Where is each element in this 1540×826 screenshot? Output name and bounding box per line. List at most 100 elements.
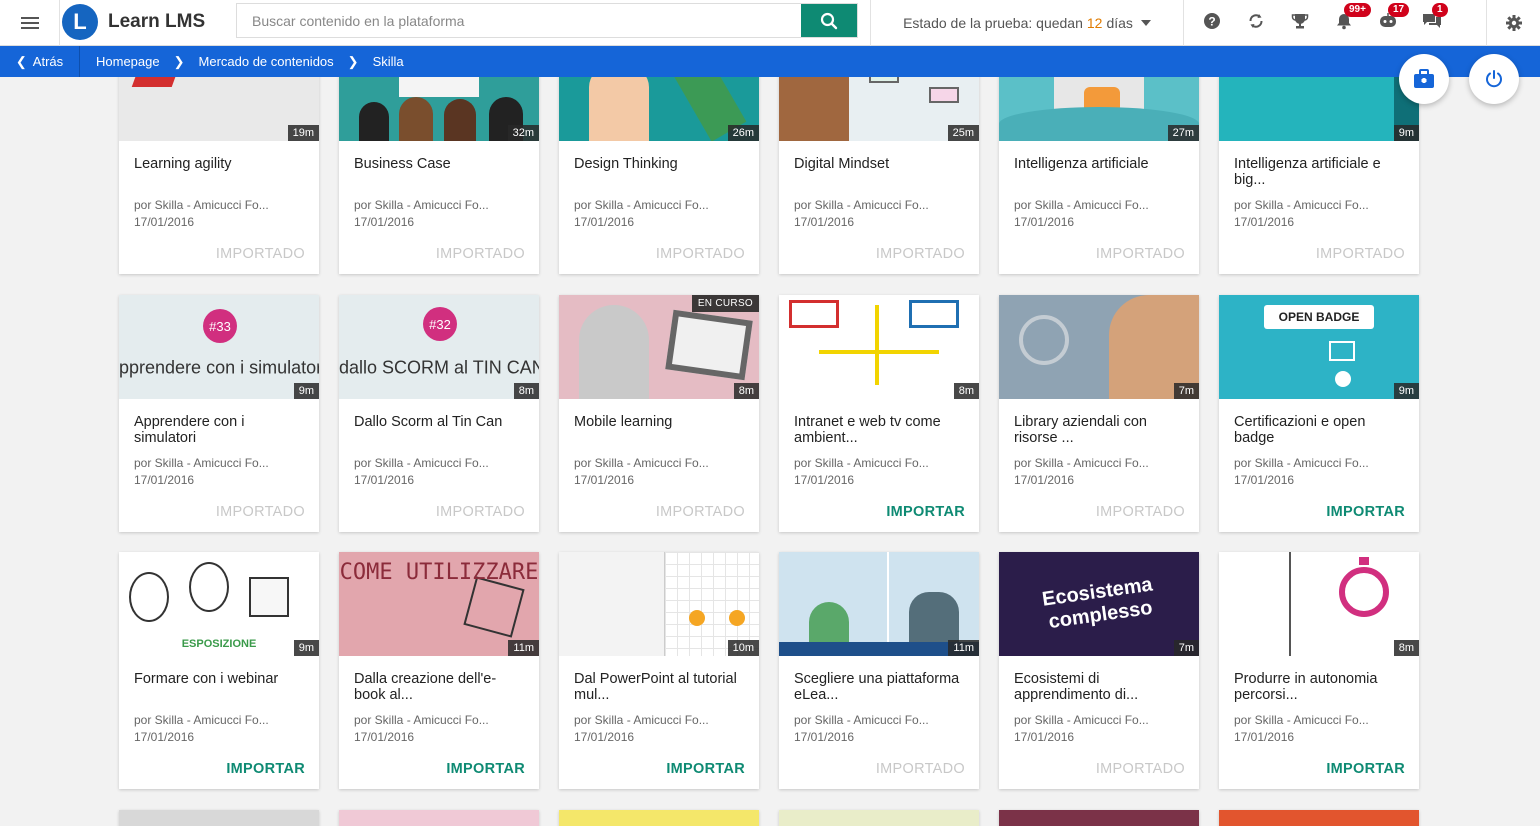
content-card[interactable]: OPEN BADGE 9m Certificazioni e open badge p… <box>1219 295 1419 532</box>
breadcrumb-marketplace[interactable]: Mercado de contenidos <box>199 54 334 69</box>
content-card[interactable]: 7m Library aziendali con risorse ... por S… <box>999 295 1199 532</box>
content-card[interactable]: 8m Intranet e web tv come ambient... por S… <box>779 295 979 532</box>
card-title[interactable]: Intelligenza artificiale <box>1014 156 1185 190</box>
content-card[interactable]: 26m Design Thinking por Skilla - Amicucci … <box>559 77 759 274</box>
card-title[interactable]: Intelligenza artificiale e big... <box>1234 156 1405 190</box>
content-card[interactable]: #32 dallo SCORM al TIN CAN 8m Dallo Scorm a… <box>339 295 539 532</box>
card-thumbnail[interactable]: 19m <box>119 77 319 141</box>
card-thumbnail[interactable]: #33 pprendere con i simulatori 9m <box>119 295 319 399</box>
card-title[interactable]: Design Thinking <box>574 156 745 190</box>
duration-badge: 9m <box>293 640 319 656</box>
search-button[interactable] <box>801 4 857 37</box>
content-card[interactable]: #33 pprendere con i simulatori 9m Apprender… <box>119 295 319 532</box>
card-title[interactable]: Digital Mindset <box>794 156 965 190</box>
breadcrumb-current[interactable]: Skilla <box>373 54 404 69</box>
card-title[interactable]: Ecosistemi di apprendimento di... <box>1014 671 1185 705</box>
content-card[interactable]: ARTIFICIALE9m Intelligenza artificiale e … <box>1219 77 1419 274</box>
trial-status-dropdown[interactable]: Estado de la prueba: quedan 12 días <box>870 0 1184 46</box>
card-title[interactable]: Dal PowerPoint al tutorial mul... <box>574 671 745 705</box>
card-author: por Skilla - Amicucci Fo... <box>574 198 709 212</box>
content-card[interactable]: COME UTILIZZARE 11m Dalla creazione dell'e… <box>339 552 539 789</box>
card-thumbnail[interactable]: 10m <box>559 552 759 656</box>
card-thumbnail[interactable]: #32 dallo SCORM al TIN CAN 8m <box>339 295 539 399</box>
thumb-label: OPEN BADGE <box>1264 305 1374 329</box>
content-card-partial[interactable] <box>119 810 319 826</box>
card-thumbnail[interactable]: ARTIFICIALE9m <box>1219 77 1419 141</box>
card-title[interactable]: Formare con i webinar <box>134 671 305 705</box>
import-button[interactable]: IMPORTAR <box>1326 504 1405 520</box>
card-title[interactable]: Dalla creazione dell'e-book al... <box>354 671 525 705</box>
card-thumbnail[interactable]: 8m <box>779 295 979 399</box>
card-author: por Skilla - Amicucci Fo... <box>1234 713 1369 727</box>
chat-bot-button[interactable]: 17 <box>1366 0 1410 46</box>
content-card[interactable]: 10m Dal PowerPoint al tutorial mul... por … <box>559 552 759 789</box>
card-date: 17/01/2016 <box>794 730 855 744</box>
card-title[interactable]: Mobile learning <box>574 414 745 448</box>
help-button[interactable]: ? <box>1190 0 1234 46</box>
content-card[interactable]: Ecosistema complesso 7m Ecosistemi di appr… <box>999 552 1199 789</box>
card-title[interactable]: Intranet e web tv come ambient... <box>794 414 965 448</box>
content-card[interactable]: 11m Scegliere una piattaforma eLea... por … <box>779 552 979 789</box>
content-card[interactable]: EN CURSO 8m Mobile learning por Skilla - Am… <box>559 295 759 532</box>
power-fab-button[interactable] <box>1469 54 1519 104</box>
content-card-partial[interactable] <box>779 810 979 826</box>
content-card[interactable]: ESPOSIZIONE 9m Formare con i webinar por Sk… <box>119 552 319 789</box>
duration-badge: 25m <box>947 125 979 141</box>
import-button[interactable]: IMPORTAR <box>666 761 745 777</box>
content-card-partial[interactable] <box>339 810 539 826</box>
card-date: 17/01/2016 <box>1014 473 1075 487</box>
card-title[interactable]: Library aziendali con risorse ... <box>1014 414 1185 448</box>
menu-icon[interactable] <box>0 0 60 46</box>
import-button[interactable]: IMPORTAR <box>886 504 965 520</box>
search-input[interactable] <box>237 4 801 37</box>
breadcrumb-homepage[interactable]: Homepage <box>96 54 160 69</box>
card-title[interactable]: Apprendere con i simulatori <box>134 414 305 448</box>
bell-button[interactable]: 99+ <box>1322 0 1371 46</box>
card-thumbnail[interactable]: OPEN BADGE 9m <box>1219 295 1419 399</box>
duration-badge: 8m <box>733 383 759 399</box>
card-thumbnail[interactable]: ESPOSIZIONE 9m <box>119 552 319 656</box>
card-title[interactable]: Learning agility <box>134 156 305 190</box>
imported-label: IMPORTADO <box>1095 761 1185 777</box>
imported-label: IMPORTADO <box>875 246 965 262</box>
content-card[interactable]: 32m Business Case por Skilla - Amicucci Fo… <box>339 77 539 274</box>
card-title[interactable]: Business Case <box>354 156 525 190</box>
sync-button[interactable] <box>1234 0 1278 46</box>
briefcase-fab-button[interactable] <box>1399 54 1449 104</box>
card-thumbnail[interactable]: 11m <box>779 552 979 656</box>
content-card[interactable]: 19m Learning agility por Skilla - Amicucci… <box>119 77 319 274</box>
trophy-button[interactable] <box>1278 0 1322 46</box>
import-button[interactable]: IMPORTAR <box>446 761 525 777</box>
card-thumbnail[interactable]: 25m <box>779 77 979 141</box>
card-title[interactable]: Scegliere una piattaforma eLea... <box>794 671 965 705</box>
card-author: por Skilla - Amicucci Fo... <box>574 713 709 727</box>
duration-badge: 26m <box>727 125 759 141</box>
settings-button[interactable] <box>1486 0 1540 46</box>
app-logo[interactable]: L Learn LMS <box>62 3 205 41</box>
content-card[interactable]: 8m Produrre in autonomia percorsi... por S… <box>1219 552 1419 789</box>
content-card-partial[interactable] <box>999 810 1199 826</box>
card-thumbnail[interactable]: 32m <box>339 77 539 141</box>
card-thumbnail[interactable]: EN CURSO 8m <box>559 295 759 399</box>
back-button[interactable]: ❮ Atrás <box>0 46 80 77</box>
card-thumbnail[interactable]: 27m <box>999 77 1199 141</box>
card-thumbnail[interactable]: COME UTILIZZARE 11m <box>339 552 539 656</box>
content-card-partial[interactable] <box>559 810 759 826</box>
import-button[interactable]: IMPORTAR <box>1326 761 1405 777</box>
card-title[interactable]: Certificazioni e open badge <box>1234 414 1405 448</box>
duration-badge: 9m <box>293 383 319 399</box>
card-thumbnail[interactable]: 26m <box>559 77 759 141</box>
content-card[interactable]: 25m Digital Mindset por Skilla - Amicucci … <box>779 77 979 274</box>
content-card-partial[interactable] <box>1219 810 1419 826</box>
messages-button[interactable]: 1 <box>1410 0 1454 46</box>
card-thumbnail[interactable]: 7m <box>999 295 1199 399</box>
card-title[interactable]: Dallo Scorm al Tin Can <box>354 414 525 448</box>
card-title[interactable]: Produrre in autonomia percorsi... <box>1234 671 1405 705</box>
import-button[interactable]: IMPORTAR <box>226 761 305 777</box>
content-card[interactable]: 27m Intelligenza artificiale por Skilla - … <box>999 77 1199 274</box>
card-body: Scegliere una piattaforma eLea... por Ski… <box>779 656 979 789</box>
card-body: Business Case por Skilla - Amicucci Fo...… <box>339 141 539 274</box>
card-thumbnail[interactable]: Ecosistema complesso 7m <box>999 552 1199 656</box>
card-thumbnail[interactable]: 8m <box>1219 552 1419 656</box>
header-icons: ? 99+ 17 1 <box>1190 0 1454 46</box>
